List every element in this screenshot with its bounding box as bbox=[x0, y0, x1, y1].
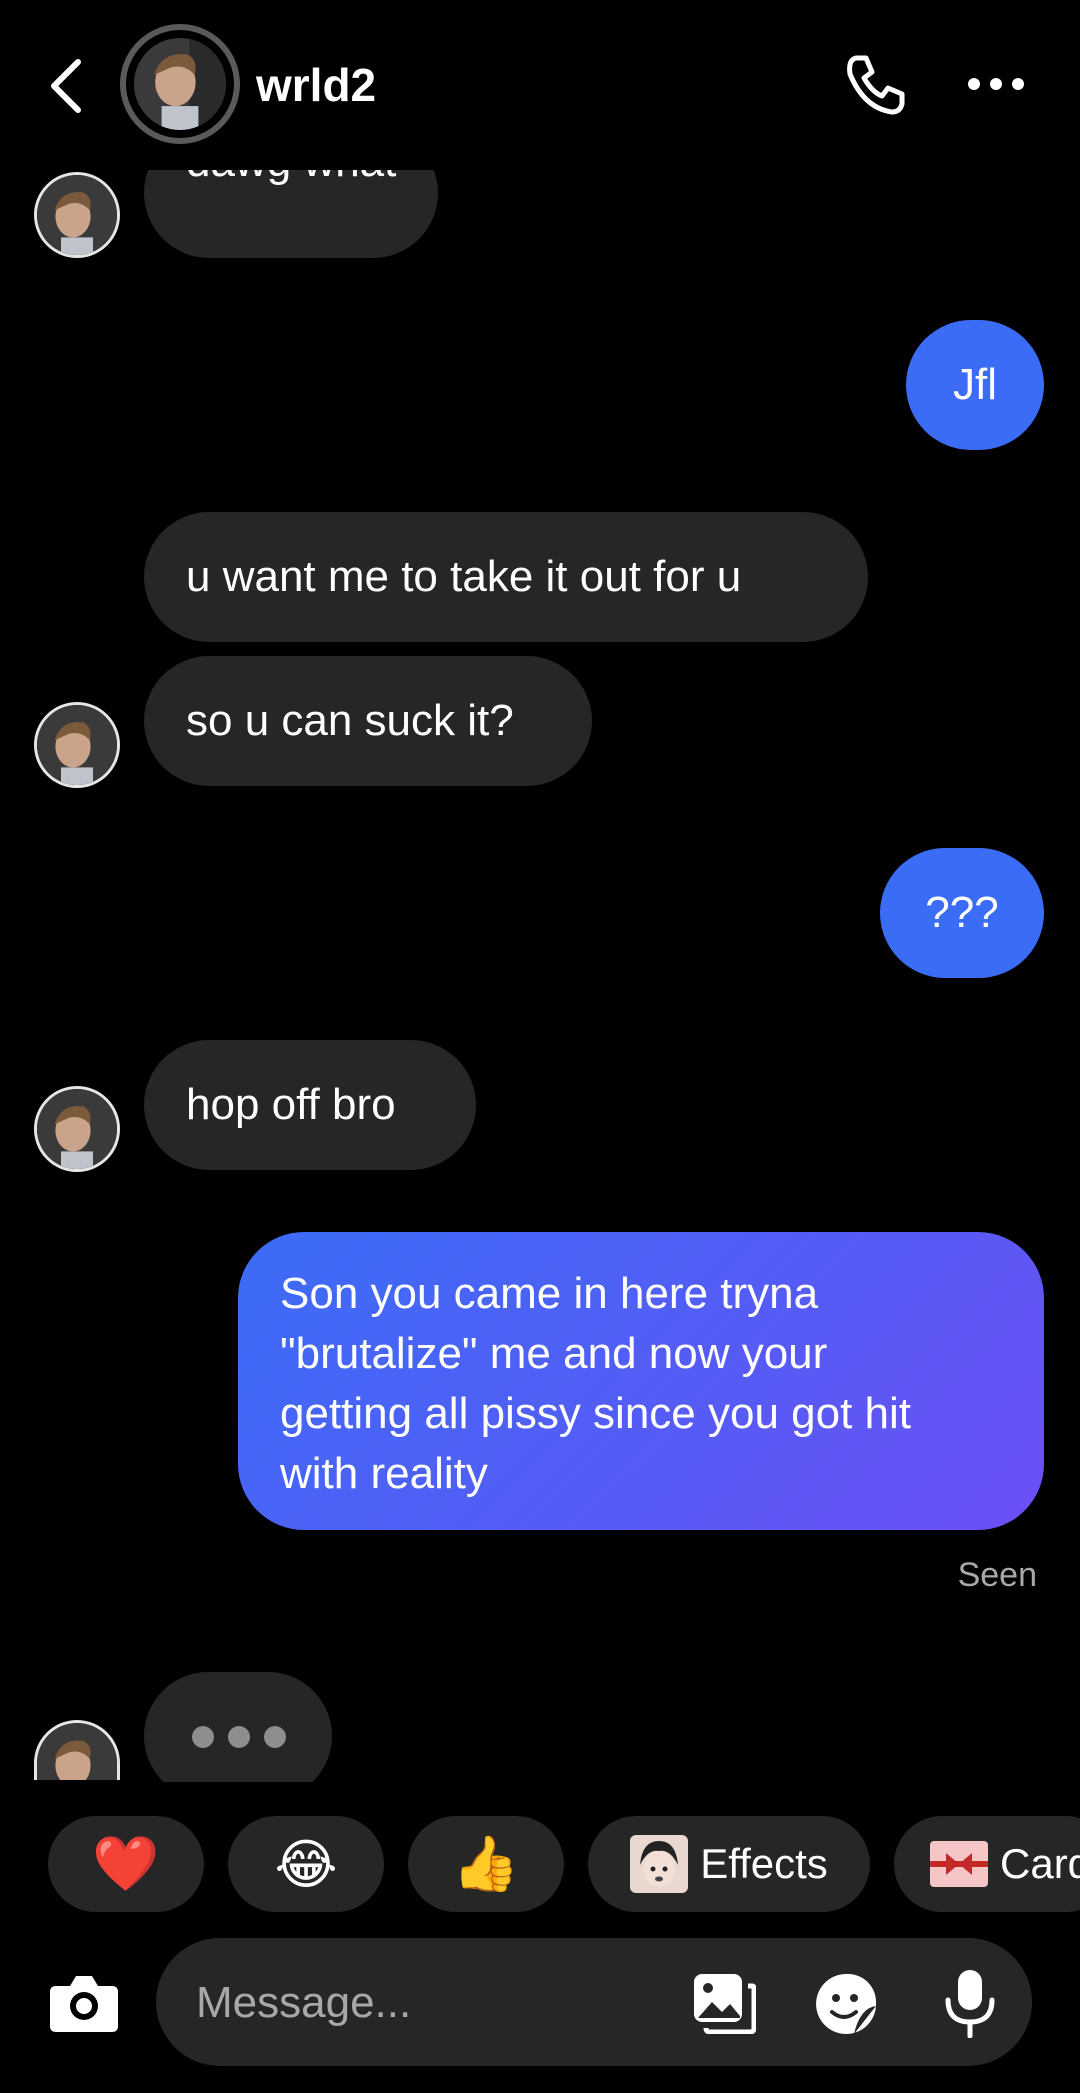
camera-icon[interactable] bbox=[48, 1968, 120, 2034]
sent-message[interactable]: Jfl bbox=[906, 320, 1044, 450]
sender-avatar[interactable] bbox=[34, 702, 120, 788]
microphone-icon[interactable] bbox=[940, 1968, 1000, 2038]
sender-avatar[interactable] bbox=[34, 172, 120, 258]
typing-indicator bbox=[144, 1672, 332, 1800]
laughing-emoji-icon: 😂 bbox=[274, 1832, 338, 1896]
received-message[interactable]: so u can suck it? bbox=[144, 656, 592, 786]
heart-icon: ❤️ bbox=[92, 1832, 160, 1895]
cards-button[interactable]: Card bbox=[894, 1816, 1080, 1912]
sent-message[interactable]: ??? bbox=[880, 848, 1044, 978]
effects-button[interactable]: Effects bbox=[588, 1816, 870, 1912]
gift-card-icon bbox=[930, 1841, 988, 1887]
reaction-thumbs-up-button[interactable]: 👍 bbox=[408, 1816, 564, 1912]
sender-avatar[interactable] bbox=[34, 1720, 120, 1780]
gallery-icon[interactable] bbox=[692, 1972, 756, 2034]
sticker-icon[interactable] bbox=[814, 1972, 878, 2036]
chat-header: wrld2 bbox=[0, 0, 1080, 170]
effects-filter-icon bbox=[630, 1835, 689, 1893]
reaction-heart-button[interactable]: ❤️ bbox=[48, 1816, 204, 1912]
reaction-laugh-button[interactable]: 😂 bbox=[228, 1816, 384, 1912]
contact-avatar[interactable] bbox=[120, 24, 240, 144]
more-icon[interactable] bbox=[966, 74, 1026, 94]
phone-icon[interactable] bbox=[842, 52, 908, 118]
message-composer[interactable] bbox=[156, 1938, 1032, 2066]
back-chevron-icon[interactable] bbox=[44, 56, 92, 116]
received-message[interactable]: u want me to take it out for u bbox=[144, 512, 868, 642]
sent-message[interactable]: Son you came in here tryna "brutalize" m… bbox=[238, 1232, 1044, 1530]
thumbs-up-icon: 👍 bbox=[452, 1832, 520, 1895]
message-input[interactable] bbox=[194, 1970, 638, 2036]
received-message[interactable]: hop off bro bbox=[144, 1040, 476, 1170]
divider bbox=[0, 1782, 1080, 1812]
seen-status: Seen bbox=[957, 1556, 1037, 1594]
sender-avatar[interactable] bbox=[34, 1086, 120, 1172]
contact-username[interactable]: wrld2 bbox=[256, 58, 376, 112]
